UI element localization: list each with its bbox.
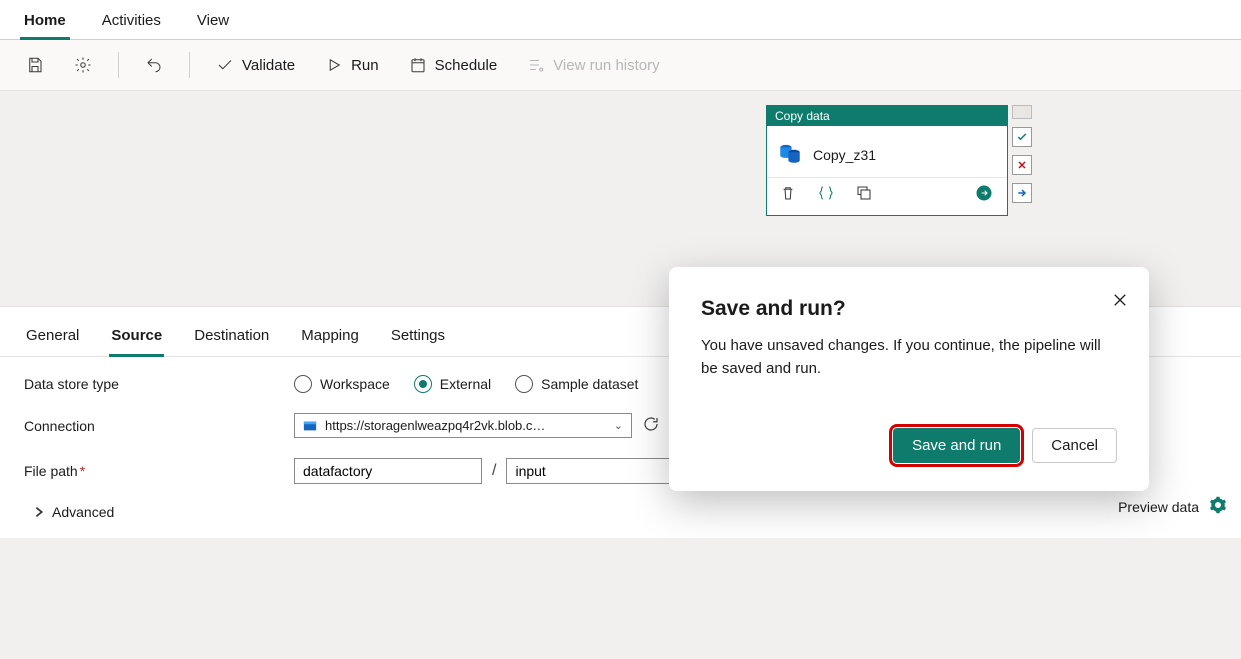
status-completion-port[interactable] (1012, 183, 1032, 203)
check-icon (216, 56, 234, 74)
validate-button[interactable]: Validate (208, 52, 303, 78)
close-button[interactable] (1111, 291, 1129, 312)
preview-label: Preview data (1118, 499, 1199, 515)
container-input[interactable] (294, 458, 482, 484)
validate-label: Validate (242, 57, 295, 74)
play-icon (325, 56, 343, 74)
save-button[interactable] (18, 52, 52, 78)
activity-header: Copy data (767, 106, 1007, 126)
save-and-run-dialog: Save and run? You have unsaved changes. … (669, 267, 1149, 491)
view-run-history-button: View run history (519, 52, 667, 78)
history-label: View run history (553, 57, 659, 74)
chevron-down-icon: ⌄ (614, 419, 623, 432)
delete-icon[interactable] (779, 184, 797, 205)
activity-status-column (1012, 105, 1032, 203)
connection-value: https://storagenlweazpq4r2vk.blob.c… (325, 418, 606, 433)
directory-input[interactable] (506, 458, 694, 484)
run-label: Run (351, 57, 379, 74)
dialog-title: Save and run? (701, 297, 1117, 321)
refresh-icon[interactable] (642, 415, 660, 436)
radio-external[interactable]: External (414, 375, 491, 393)
top-nav: Home Activities View (0, 0, 1241, 40)
copy-data-activity[interactable]: Copy data Copy_z31 (766, 105, 1008, 216)
connection-dropdown[interactable]: https://storagenlweazpq4r2vk.blob.c… ⌄ (294, 413, 632, 438)
undo-icon (145, 56, 163, 74)
radio-workspace[interactable]: Workspace (294, 375, 390, 393)
code-icon[interactable] (817, 184, 835, 205)
save-icon (26, 56, 44, 74)
gear-icon (74, 56, 92, 74)
schedule-button[interactable]: Schedule (401, 52, 506, 78)
copy-icon[interactable] (855, 184, 873, 205)
connection-label: Connection (24, 418, 294, 434)
calendar-icon (409, 56, 427, 74)
schedule-label: Schedule (435, 57, 498, 74)
save-and-run-button[interactable]: Save and run (893, 428, 1020, 463)
status-stub (1012, 105, 1032, 119)
panel-tab-settings[interactable]: Settings (389, 321, 447, 356)
list-icon (527, 56, 545, 74)
settings-button[interactable] (66, 52, 100, 78)
tab-view[interactable]: View (193, 8, 233, 39)
panel-tab-source[interactable]: Source (109, 321, 164, 356)
advanced-toggle[interactable]: Advanced (24, 504, 1217, 520)
execute-icon[interactable] (975, 184, 993, 205)
data-store-type-label: Data store type (24, 376, 294, 392)
file-path-label: File path* (24, 463, 294, 479)
panel-tab-mapping[interactable]: Mapping (299, 321, 361, 356)
cancel-button[interactable]: Cancel (1032, 428, 1117, 463)
dialog-body: You have unsaved changes. If you continu… (701, 335, 1117, 380)
path-separator: / (492, 462, 496, 480)
database-icon (777, 140, 803, 169)
data-store-type-group: Workspace External Sample dataset (294, 375, 638, 393)
tab-home[interactable]: Home (20, 8, 70, 39)
advanced-label: Advanced (52, 504, 114, 520)
panel-tab-destination[interactable]: Destination (192, 321, 271, 356)
preview-settings-icon[interactable] (1209, 496, 1227, 517)
status-success-port[interactable] (1012, 127, 1032, 147)
storage-icon (303, 419, 317, 433)
undo-button[interactable] (137, 52, 171, 78)
preview-data[interactable]: Preview data (1118, 496, 1227, 517)
panel-tab-general[interactable]: General (24, 321, 81, 356)
activity-name: Copy_z31 (813, 147, 876, 163)
status-failure-port[interactable] (1012, 155, 1032, 175)
tab-activities[interactable]: Activities (98, 8, 165, 39)
run-button[interactable]: Run (317, 52, 387, 78)
radio-sample-dataset[interactable]: Sample dataset (515, 375, 638, 393)
toolbar: Validate Run Schedule View run history (0, 40, 1241, 91)
